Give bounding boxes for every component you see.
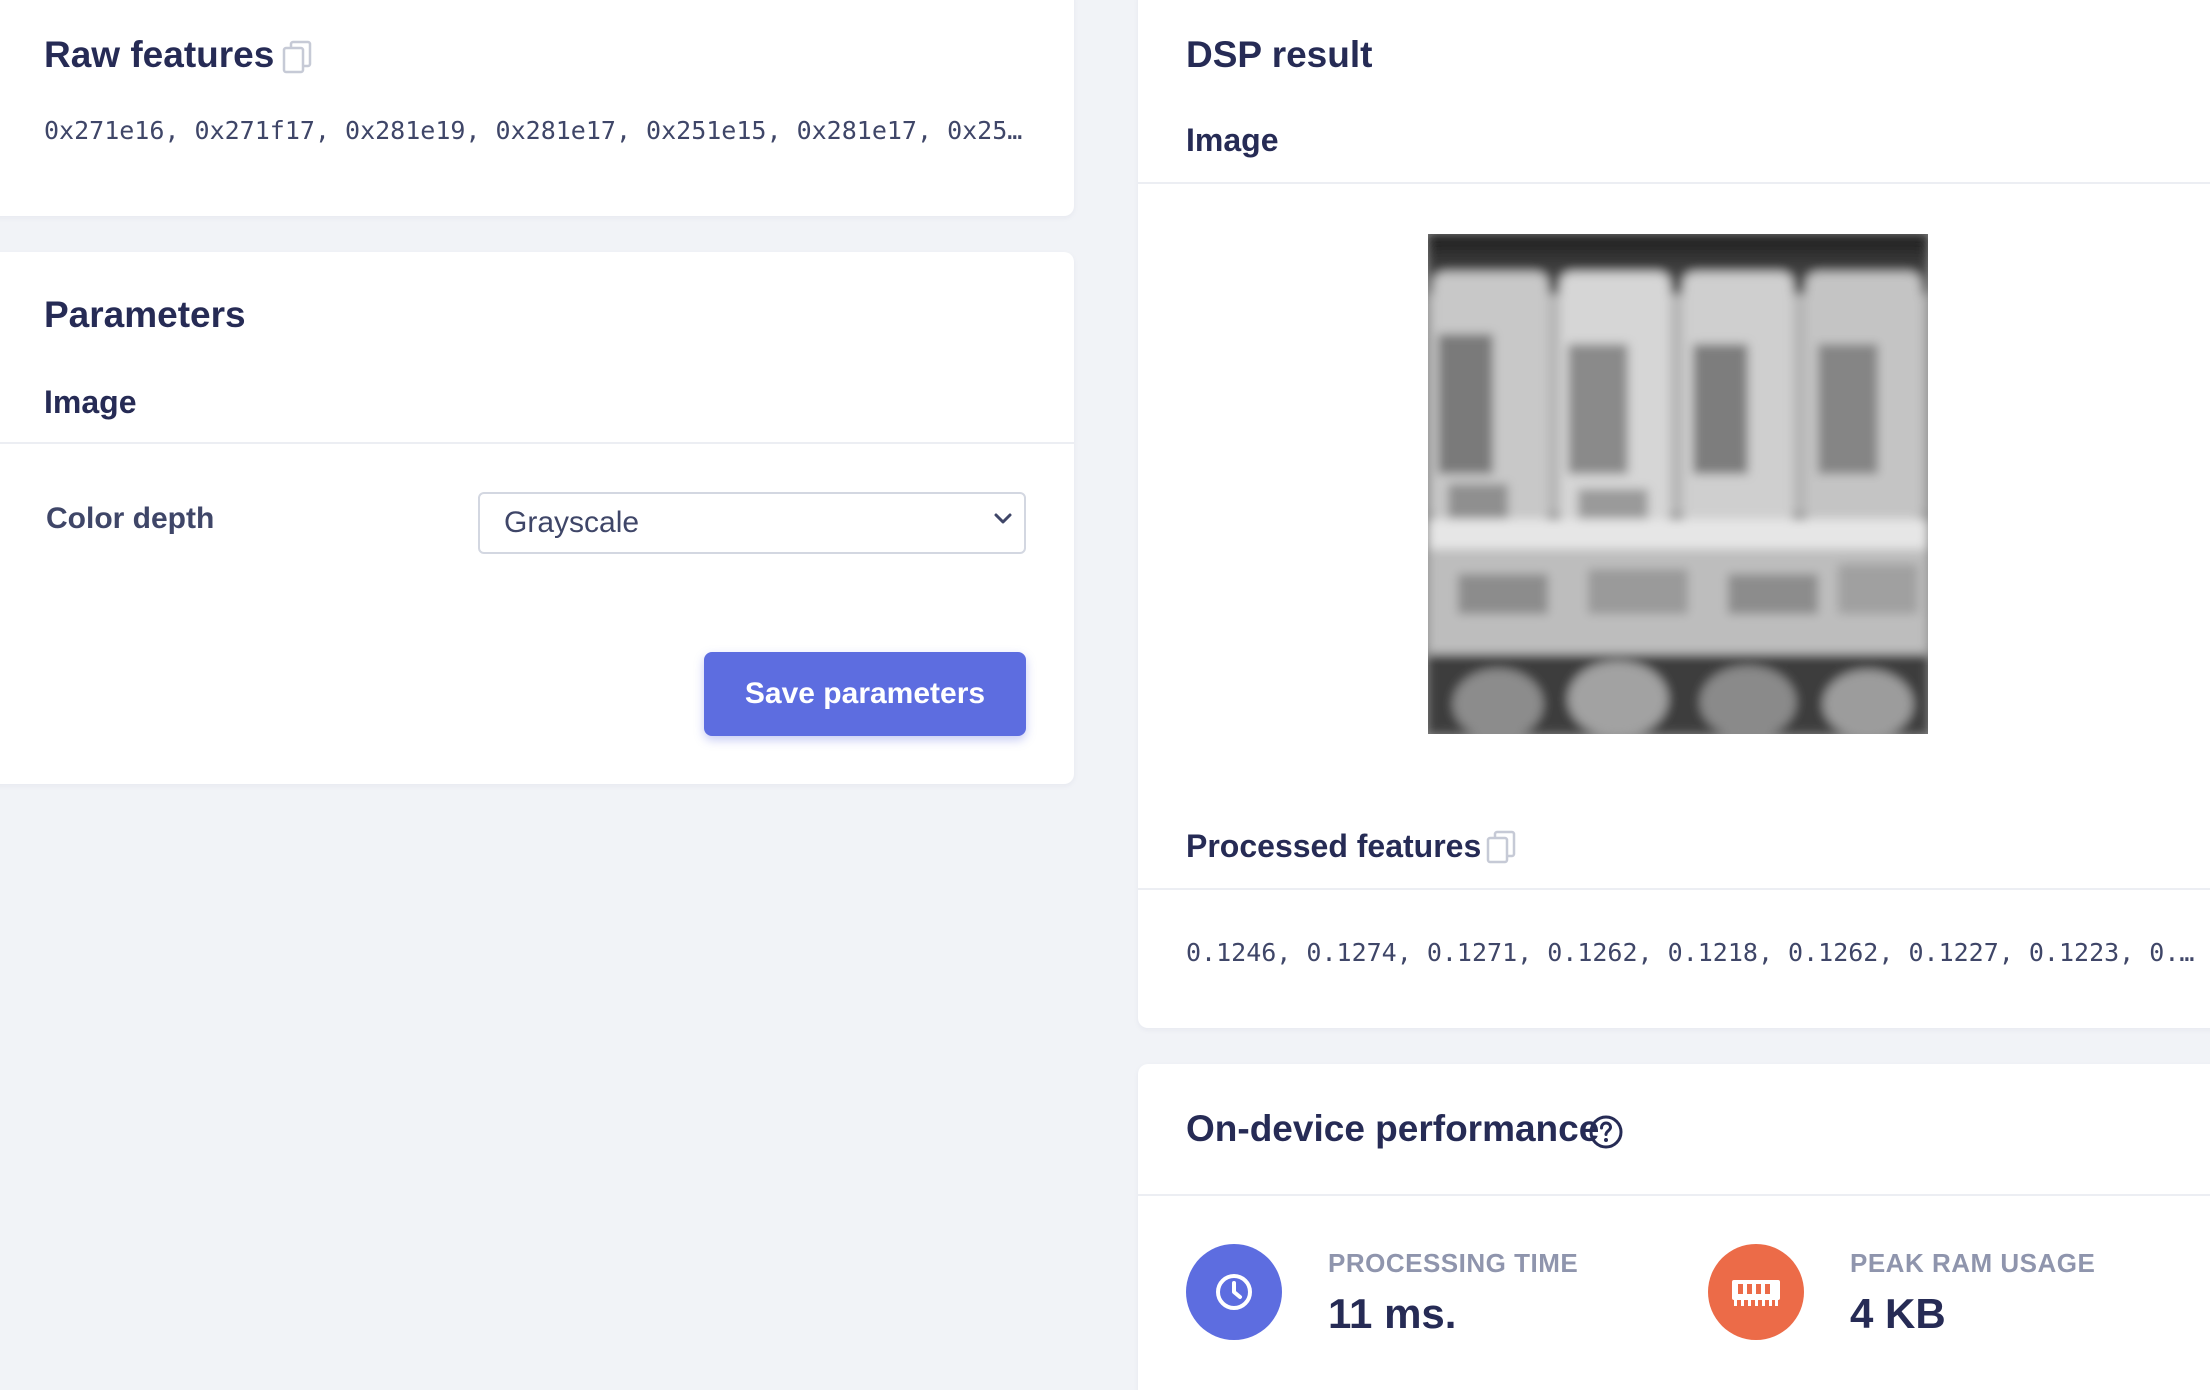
peak-ram-value: 4 KB [1850, 1290, 1946, 1337]
parameters-card: Parameters Image Color depth Grayscale S… [0, 252, 1074, 784]
dsp-image-divider [1138, 182, 2210, 184]
processed-features-values: 0.1246, 0.1274, 0.1271, 0.1262, 0.1218, … [1186, 938, 2195, 967]
parameters-image-heading: Image [44, 384, 137, 420]
copy-icon[interactable] [1486, 830, 1516, 869]
processing-time-label: PROCESSING TIME [1328, 1248, 1579, 1278]
color-depth-select[interactable]: Grayscale [478, 492, 1026, 554]
performance-title: On-device performance [1186, 1108, 1600, 1149]
color-depth-label: Color depth [46, 502, 215, 535]
clock-icon [1186, 1244, 1282, 1340]
dsp-image-heading: Image [1186, 122, 1279, 158]
color-depth-value: Grayscale [504, 506, 640, 539]
raw-features-title: Raw features [44, 34, 275, 75]
save-parameters-button[interactable]: Save parameters [704, 652, 1026, 736]
question-circle-icon[interactable] [1588, 1114, 1624, 1155]
memory-chip-icon [1708, 1244, 1804, 1340]
processing-time-value: 11 ms. [1328, 1290, 1457, 1337]
raw-features-values: 0x271e16, 0x271f17, 0x281e19, 0x281e17, … [44, 116, 1024, 145]
chevron-down-icon [990, 506, 1016, 540]
dsp-result-title: DSP result [1186, 34, 1373, 75]
copy-icon[interactable] [282, 40, 312, 79]
performance-divider [1138, 1194, 2210, 1196]
peak-ram-label: PEAK RAM USAGE [1850, 1248, 2096, 1278]
processed-features-title: Processed features [1186, 828, 1482, 864]
raw-features-card: Raw features 0x271e16, 0x271f17, 0x281e1… [0, 0, 1074, 216]
dsp-result-card: DSP result Image Processed features 0.12… [1138, 0, 2210, 1028]
processed-divider [1138, 888, 2210, 890]
on-device-performance-card: On-device performance PROCESSING TIME 11… [1138, 1064, 2210, 1390]
parameters-divider [0, 442, 1074, 444]
dsp-processed-image [1428, 234, 1928, 734]
parameters-title: Parameters [44, 294, 246, 335]
